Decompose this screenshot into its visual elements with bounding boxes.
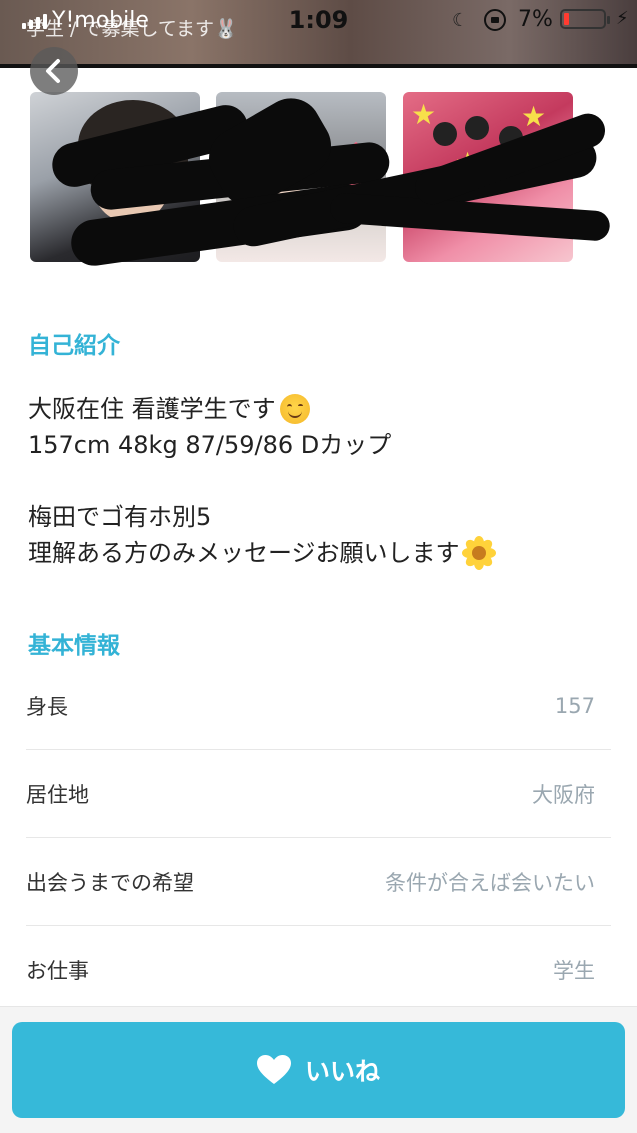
battery-percent: 7%: [518, 7, 553, 32]
self-intro-title: 自己紹介: [28, 333, 120, 359]
intro-line-4: 理解ある方のみメッセージお願いします: [28, 539, 460, 567]
basic-info-title: 基本情報: [28, 633, 120, 659]
info-label: 居住地: [26, 782, 89, 807]
sunflower-icon: [461, 536, 496, 570]
rotation-lock-icon: [484, 9, 506, 31]
do-not-disturb-icon: ☾: [452, 10, 469, 31]
like-button-label: いいね: [304, 1057, 380, 1086]
info-label: 出会うまでの希望: [26, 870, 194, 895]
info-value: 条件が合えば会いたい: [385, 870, 595, 895]
info-value: 大阪府: [532, 782, 595, 807]
like-button[interactable]: いいね: [12, 1022, 625, 1118]
info-label: 身長: [26, 694, 68, 719]
intro-line-2: 157cm 48kg 87/59/86 Dカップ: [28, 431, 392, 459]
info-row-meeting-preference: 出会うまでの希望 条件が合えば会いたい: [26, 838, 611, 926]
status-bar: Y!mobile 学生 / で募集してます🐰 1:09 ☾ 7% ⚡: [0, 0, 637, 68]
heart-icon: [256, 1055, 291, 1084]
self-intro-text: 大阪在住 看護学生です 157cm 48kg 87/59/86 Dカップ 梅田で…: [28, 391, 608, 571]
info-row-height: 身長 157: [26, 662, 611, 750]
info-label: お仕事: [26, 959, 89, 983]
info-value: 学生: [553, 959, 595, 983]
chevron-left-icon: [46, 59, 60, 83]
info-row-residence: 居住地 大阪府: [26, 750, 611, 838]
info-value: 157: [554, 693, 595, 718]
intro-line-3: 梅田でゴ有ホ別5: [28, 503, 212, 531]
intro-line-1: 大阪在住 看護学生です: [28, 395, 276, 423]
charging-bolt-icon: ⚡: [616, 8, 629, 29]
smiling-face-icon: [279, 394, 310, 424]
basic-info-table: 身長 157 居住地 大阪府 出会うまでの希望 条件が合えば会いたい お仕事 学…: [26, 662, 611, 1014]
battery-icon: [560, 9, 610, 29]
back-button[interactable]: [30, 47, 78, 95]
info-row-occupation: お仕事 学生: [26, 926, 611, 1014]
photo-gallery: ★ ★ ★: [30, 87, 611, 269]
